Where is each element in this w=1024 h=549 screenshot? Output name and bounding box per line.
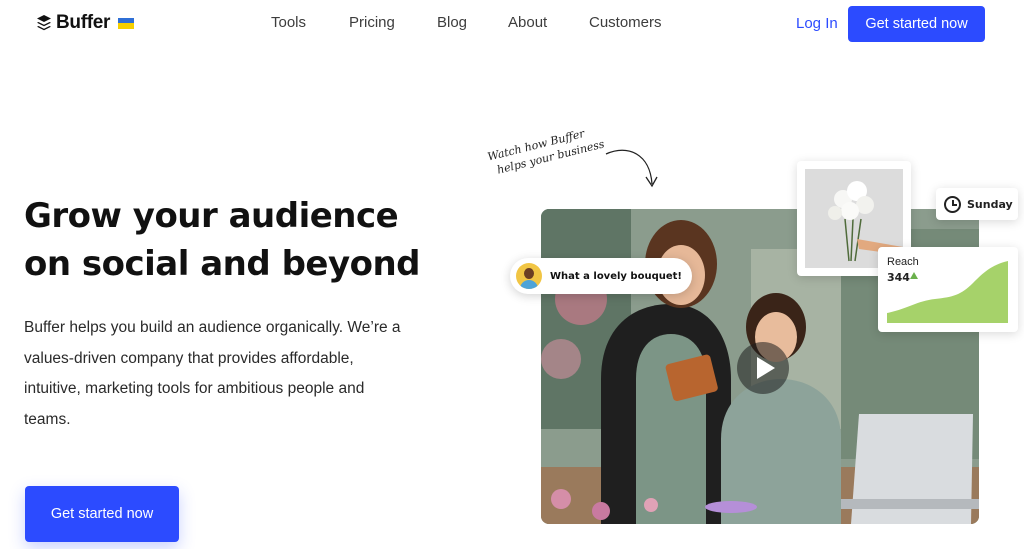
hero-description: Buffer helps you build an audience organ… xyxy=(24,319,401,428)
hero-title-line-1: Grow your audience xyxy=(24,196,399,236)
nav-blog[interactable]: Blog xyxy=(437,14,467,31)
play-icon xyxy=(757,357,775,379)
hero-get-started-button[interactable]: Get started now xyxy=(25,486,179,542)
clock-icon xyxy=(944,195,961,213)
curved-arrow-icon xyxy=(605,149,658,188)
watch-video-note: Watch how Buffer helps your business xyxy=(486,122,606,179)
comment-text: What a lovely bouquet! xyxy=(550,270,682,282)
login-link[interactable]: Log In xyxy=(796,15,838,32)
reach-label: Reach xyxy=(887,256,919,268)
reach-value: 344 xyxy=(887,271,910,284)
nav-tools[interactable]: Tools xyxy=(271,14,306,31)
reach-stat-card: Reach 344 xyxy=(878,247,1018,332)
comment-bubble: What a lovely bouquet! xyxy=(510,258,692,294)
schedule-chip: Sunday xyxy=(936,188,1018,220)
nav-about[interactable]: About xyxy=(508,14,547,31)
commenter-avatar xyxy=(516,263,542,289)
hero-title-line-2: on social and beyond xyxy=(24,244,421,284)
trend-up-icon xyxy=(910,272,918,279)
nav-customers[interactable]: Customers xyxy=(589,14,662,31)
schedule-day: Sunday xyxy=(967,197,1013,211)
header-get-started-button[interactable]: Get started now xyxy=(848,6,985,42)
play-video-button[interactable] xyxy=(737,342,789,394)
nav-pricing[interactable]: Pricing xyxy=(349,14,395,31)
hero-title: Grow your audience on social and beyond xyxy=(24,192,464,288)
